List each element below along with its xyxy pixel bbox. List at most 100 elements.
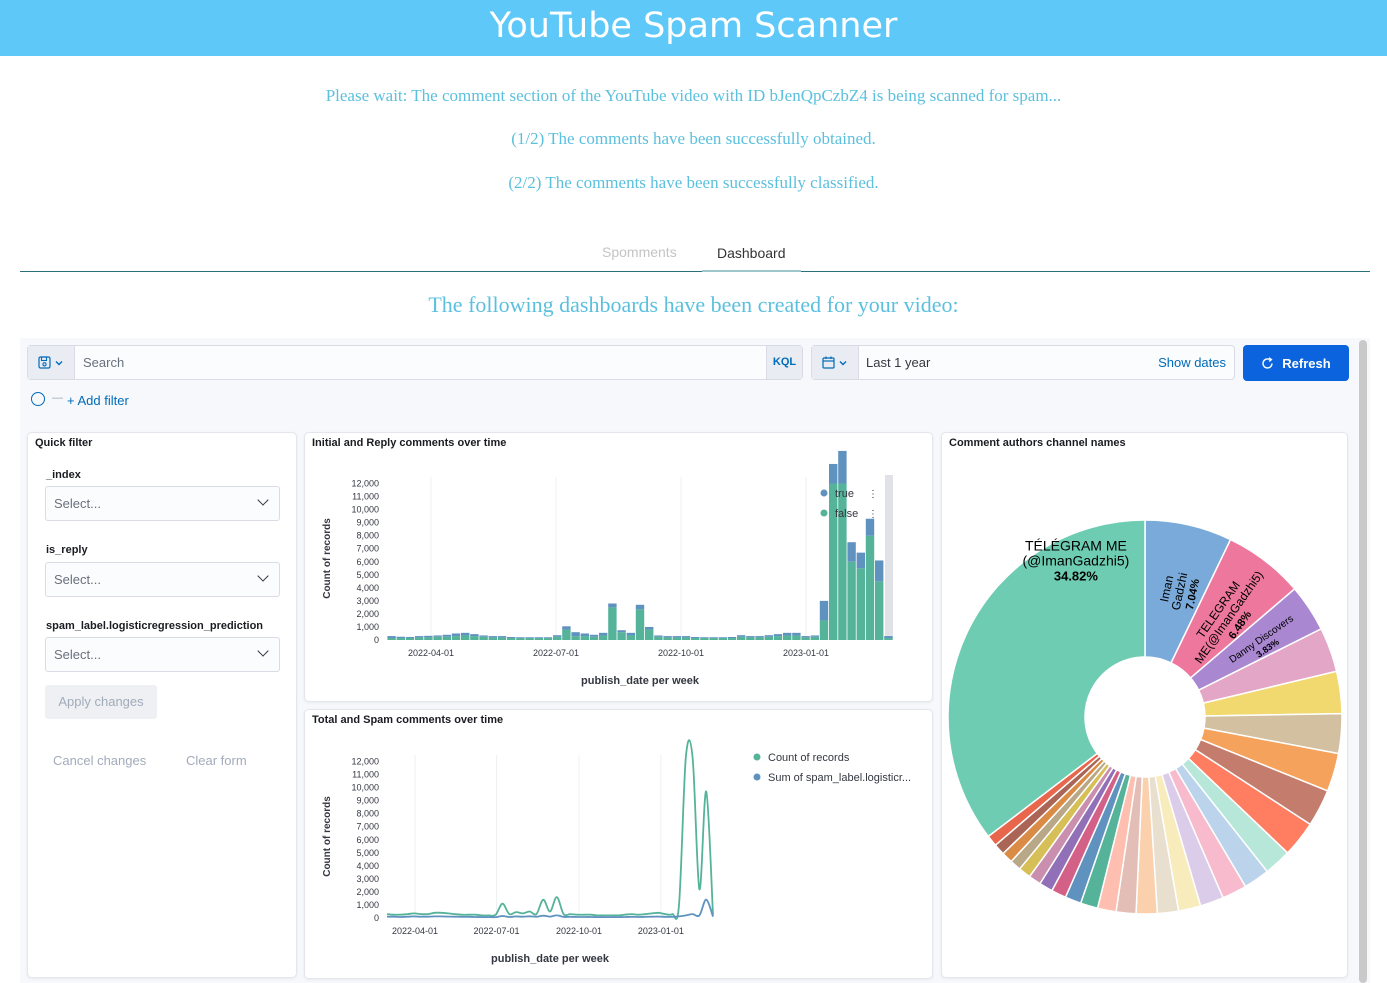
bar-true-47[interactable] xyxy=(819,600,829,621)
refresh-button[interactable]: Refresh xyxy=(1243,345,1349,381)
bar-true-52[interactable] xyxy=(865,518,875,536)
bar-false-4[interactable] xyxy=(424,637,433,640)
bar-true-32[interactable] xyxy=(681,636,691,638)
bar-false-40[interactable] xyxy=(755,637,764,640)
bar-false-7[interactable] xyxy=(451,636,461,640)
show-dates-link[interactable]: Show dates xyxy=(1158,355,1226,370)
tab-dashboard[interactable]: Dashboard xyxy=(702,236,801,272)
bar-true-14[interactable] xyxy=(516,637,525,639)
bar-false-22[interactable] xyxy=(589,636,599,640)
bar-true-46[interactable] xyxy=(810,635,819,637)
bar-false-35[interactable] xyxy=(709,638,718,640)
bar-true-36[interactable] xyxy=(718,637,727,639)
bar-true-13[interactable] xyxy=(507,637,516,639)
bar-false-39[interactable] xyxy=(746,637,755,640)
spam-prediction-filter-select[interactable]: Select... xyxy=(45,637,280,672)
bar-true-42[interactable] xyxy=(773,634,783,637)
bar-true-25[interactable] xyxy=(617,630,626,633)
legend-options-icon[interactable]: ⋮ xyxy=(868,489,878,500)
bar-false-30[interactable] xyxy=(663,637,672,640)
bar-true-10[interactable] xyxy=(479,635,488,637)
legend-options-icon[interactable]: ⋮ xyxy=(868,509,878,520)
quick-date-menu-button[interactable] xyxy=(812,346,859,379)
bar-false-25[interactable] xyxy=(617,632,626,640)
bar-false-10[interactable] xyxy=(479,636,488,640)
bar-true-40[interactable] xyxy=(755,636,764,638)
dashboard-scrollbar[interactable] xyxy=(1359,340,1367,983)
bar-false-18[interactable] xyxy=(553,636,562,640)
bar-true-41[interactable] xyxy=(764,635,773,637)
bar-true-3[interactable] xyxy=(415,636,424,638)
cancel-changes-button[interactable]: Cancel changes xyxy=(53,753,146,768)
bar-true-28[interactable] xyxy=(645,626,654,630)
bar-false-43[interactable] xyxy=(783,635,792,640)
filter-menu-icon[interactable] xyxy=(31,392,45,406)
bar-false-9[interactable] xyxy=(470,636,479,640)
bar-true-45[interactable] xyxy=(801,636,810,638)
bar-false-36[interactable] xyxy=(718,638,727,640)
bar-false-17[interactable] xyxy=(543,638,553,640)
bar-true-29[interactable] xyxy=(654,635,663,637)
bar-true-6[interactable] xyxy=(442,634,451,637)
bar-false-50[interactable] xyxy=(847,561,856,640)
bar-true-53[interactable] xyxy=(875,560,884,582)
bar-true-23[interactable] xyxy=(599,632,608,636)
bar-false-3[interactable] xyxy=(415,637,424,640)
kql-language-toggle[interactable]: KQL xyxy=(766,346,802,379)
bar-true-34[interactable] xyxy=(700,637,709,639)
bar-false-28[interactable] xyxy=(645,629,654,640)
bar-true-11[interactable] xyxy=(488,636,497,638)
bar-true-18[interactable] xyxy=(553,635,562,637)
bar-true-24[interactable] xyxy=(608,603,617,608)
bar-true-37[interactable] xyxy=(727,637,737,639)
bar-false-21[interactable] xyxy=(580,636,589,640)
saved-query-button[interactable] xyxy=(28,346,75,379)
bar-true-44[interactable] xyxy=(792,632,801,636)
line-series-count[interactable] xyxy=(386,739,714,920)
bar-false-32[interactable] xyxy=(681,637,691,640)
bar-false-42[interactable] xyxy=(773,636,783,640)
date-range-label[interactable]: Last 1 year xyxy=(866,355,930,370)
bar-true-0[interactable] xyxy=(387,636,396,639)
bar-true-27[interactable] xyxy=(635,604,645,610)
bar-false-47[interactable] xyxy=(819,620,829,640)
search-input[interactable] xyxy=(83,346,763,379)
bar-true-39[interactable] xyxy=(746,636,755,638)
bar-true-48[interactable] xyxy=(829,463,838,484)
bar-false-46[interactable] xyxy=(810,636,819,640)
bar-true-54[interactable] xyxy=(884,636,893,639)
bar-true-43[interactable] xyxy=(783,632,792,636)
bar-false-54[interactable] xyxy=(884,638,893,640)
bar-false-48[interactable] xyxy=(829,483,838,640)
bar-true-2[interactable] xyxy=(405,637,415,639)
bar-false-16[interactable] xyxy=(534,638,543,640)
bar-false-26[interactable] xyxy=(626,635,635,640)
bar-true-5[interactable] xyxy=(433,635,442,637)
bar-false-29[interactable] xyxy=(654,636,663,640)
bar-true-7[interactable] xyxy=(451,633,461,637)
bar-false-49[interactable] xyxy=(838,483,847,640)
bar-false-53[interactable] xyxy=(875,581,884,640)
bar-true-21[interactable] xyxy=(580,633,589,637)
bar-false-51[interactable] xyxy=(856,568,865,640)
bar-false-2[interactable] xyxy=(405,638,415,640)
bar-true-22[interactable] xyxy=(589,634,599,637)
bar-false-27[interactable] xyxy=(635,609,645,640)
index-filter-select[interactable]: Select... xyxy=(45,486,280,521)
bar-false-14[interactable] xyxy=(516,638,525,640)
bar-false-33[interactable] xyxy=(691,638,700,640)
bar-true-35[interactable] xyxy=(709,637,718,639)
bar-false-0[interactable] xyxy=(387,638,396,640)
bar-false-15[interactable] xyxy=(525,638,534,640)
bar-true-20[interactable] xyxy=(571,632,580,637)
add-filter-link[interactable]: + Add filter xyxy=(67,393,129,408)
bar-false-19[interactable] xyxy=(562,629,571,640)
bar-true-31[interactable] xyxy=(672,636,681,638)
bar-true-30[interactable] xyxy=(663,636,672,638)
bar-false-41[interactable] xyxy=(764,636,773,640)
apply-changes-button[interactable]: Apply changes xyxy=(45,685,157,719)
bar-false-8[interactable] xyxy=(461,635,470,640)
bar-true-15[interactable] xyxy=(525,637,534,639)
bar-false-12[interactable] xyxy=(497,637,507,640)
bar-false-52[interactable] xyxy=(865,535,875,640)
